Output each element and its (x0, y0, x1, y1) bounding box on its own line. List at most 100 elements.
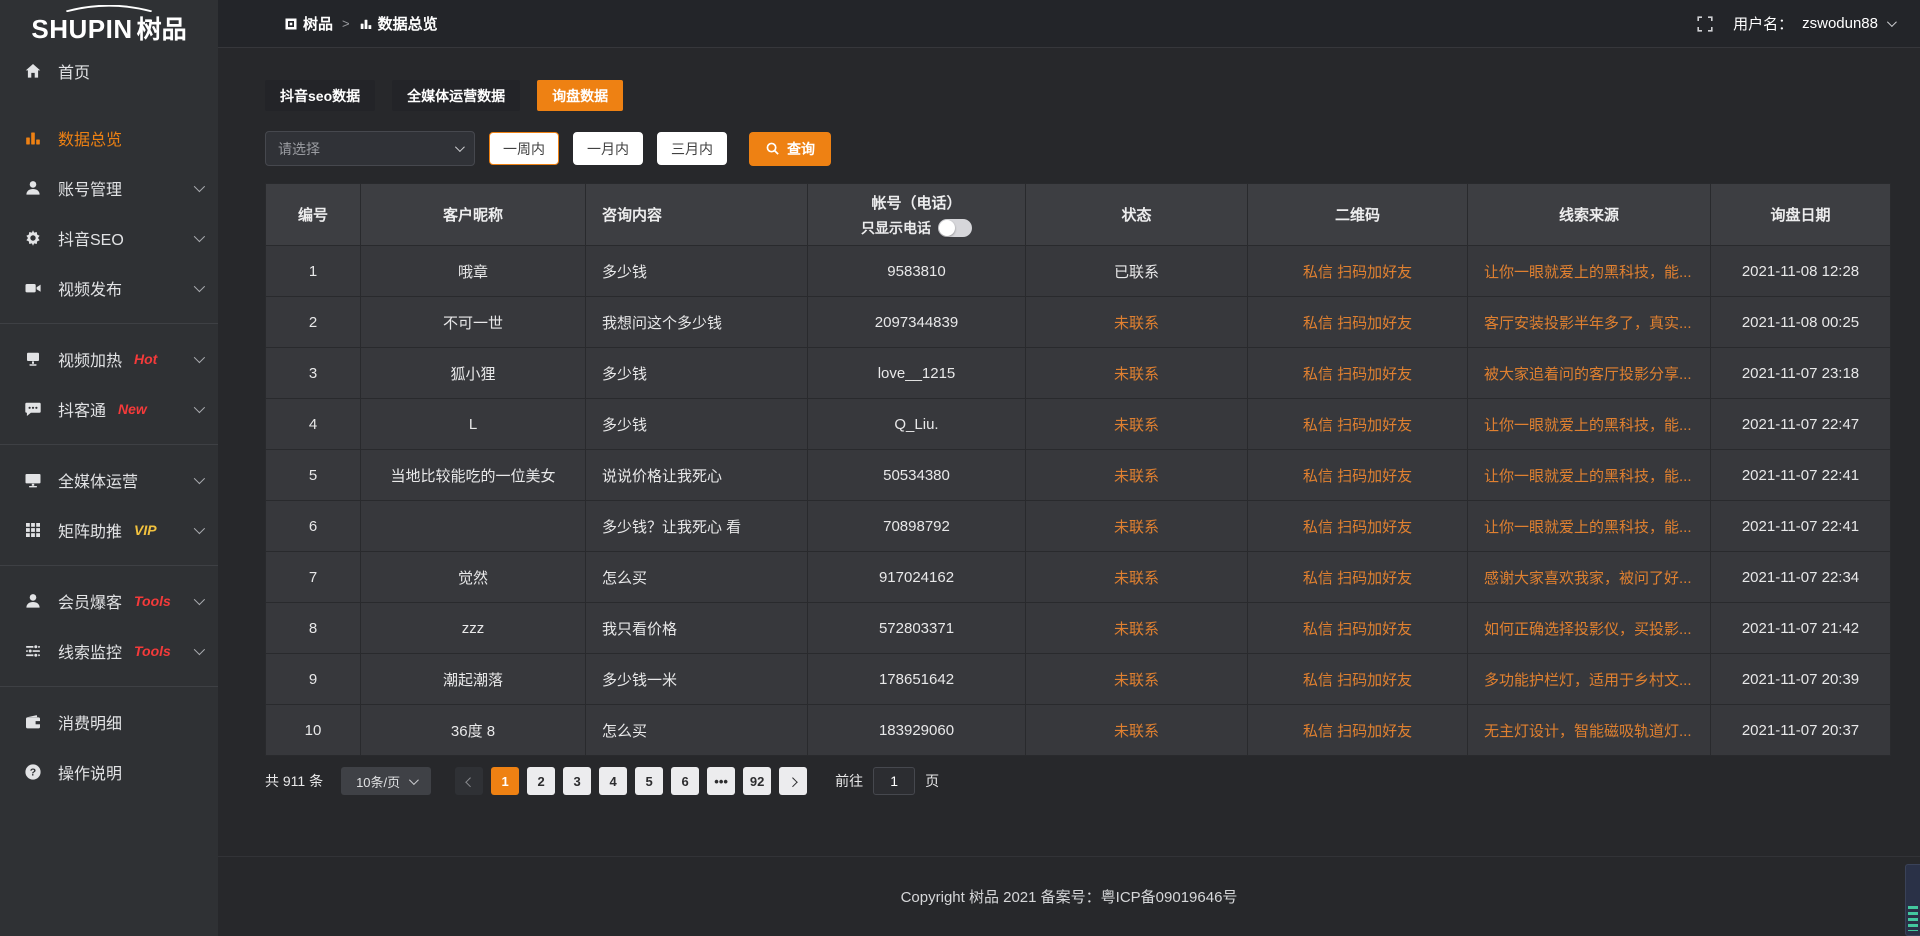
sidebar-item-help[interactable]: ? 操作说明 (0, 747, 218, 797)
sidebar-item-spending-detail[interactable]: 消费明细 (0, 697, 218, 747)
cell-content: 多少钱一米 (586, 654, 808, 705)
sidebar-item-matrix-boost[interactable]: 矩阵助推 VIP (0, 505, 218, 555)
vip-badge: VIP (134, 522, 157, 538)
cell-source-link[interactable]: 感谢大家喜欢我家，被问了好... (1468, 552, 1711, 603)
next-page-button[interactable] (779, 767, 807, 795)
cell-content: 多少钱？让我死心 看 (586, 501, 808, 552)
cell-qrcode-links[interactable]: 私信 扫码加好友 (1248, 450, 1468, 501)
phone-only-toggle[interactable] (938, 219, 972, 237)
sidebar-item-account-mgmt[interactable]: 账号管理 (0, 163, 218, 213)
select-placeholder: 请选择 (278, 139, 320, 159)
cell-source-link[interactable]: 无主灯设计，智能磁吸轨道灯... (1468, 705, 1711, 756)
page-button[interactable]: 5 (635, 767, 663, 795)
prev-page-button[interactable] (455, 767, 483, 795)
sidebar-menu: 首页 数据总览 账号管理 抖音SEO 视频发布 视频加热 Hot (0, 46, 218, 797)
cell-account: Q_Liu. (808, 399, 1026, 450)
page-button[interactable]: 1 (491, 767, 519, 795)
cell-nickname: L (361, 399, 586, 450)
gear-icon (23, 228, 43, 248)
sidebar-item-video-publish[interactable]: 视频发布 (0, 263, 218, 313)
cell-qrcode-links[interactable]: 私信 扫码加好友 (1248, 705, 1468, 756)
cell-qrcode-links[interactable]: 私信 扫码加好友 (1248, 348, 1468, 399)
cell-source-link[interactable]: 让你一眼就爱上的黑科技，能... (1468, 501, 1711, 552)
cell-qrcode-links[interactable]: 私信 扫码加好友 (1248, 654, 1468, 705)
cell-date: 2021-11-07 20:39 (1711, 654, 1891, 705)
date-range-button[interactable]: 一周内 (489, 132, 559, 165)
cell-no: 9 (266, 654, 361, 705)
cell-status: 未联系 (1026, 450, 1248, 501)
footer: Copyright 树品 2021 备案号：粤ICP备09019646号 (218, 856, 1920, 936)
chevron-down-icon (194, 594, 205, 605)
sidebar-item-member-leads[interactable]: 会员爆客 Tools (0, 576, 218, 626)
page-button[interactable]: 3 (563, 767, 591, 795)
cell-source-link[interactable]: 如何正确选择投影仪，买投影... (1468, 603, 1711, 654)
sidebar-item-video-heat[interactable]: 视频加热 Hot (0, 334, 218, 384)
table-row: 2 不可一世 我想问这个多少钱 2097344839 未联系 私信 扫码加好友 … (266, 297, 1891, 348)
cell-qrcode-links[interactable]: 私信 扫码加好友 (1248, 501, 1468, 552)
cell-source-link[interactable]: 多功能护栏灯，适用于乡村文... (1468, 654, 1711, 705)
cell-qrcode-links[interactable]: 私信 扫码加好友 (1248, 399, 1468, 450)
cell-source-link[interactable]: 让你一眼就爱上的黑科技，能... (1468, 450, 1711, 501)
cell-account: love__1215 (808, 348, 1026, 399)
sidebar-item-home[interactable]: 首页 (0, 46, 218, 96)
table-row: 4 L 多少钱 Q_Liu. 未联系 私信 扫码加好友 让你一眼就爱上的黑科技，… (266, 399, 1891, 450)
cell-qrcode-links[interactable]: 私信 扫码加好友 (1248, 246, 1468, 297)
cell-no: 8 (266, 603, 361, 654)
fullscreen-icon[interactable] (1697, 16, 1713, 32)
search-button[interactable]: 查询 (749, 132, 831, 166)
brand-logo: SHUPIN 树品 (0, 0, 218, 46)
col-content: 咨询内容 (586, 184, 808, 246)
cell-nickname: 36度 8 (361, 705, 586, 756)
data-tab[interactable]: 抖音seo数据 (265, 80, 375, 111)
username-label: 用户名： (1733, 13, 1793, 34)
search-icon (765, 141, 780, 156)
inquiry-table: 编号 客户昵称 咨询内容 帐号（电话） 只显示电话 状态 二维码 (265, 183, 1891, 756)
filter-bar: 请选择 一周内一月内三月内 查询 (265, 131, 1890, 166)
goto-page-input[interactable] (873, 767, 915, 795)
username-value: zswodun88 (1802, 15, 1878, 32)
user-menu[interactable]: 用户名： zswodun88 (1733, 13, 1894, 34)
page-size-select[interactable]: 10条/页 (341, 767, 431, 795)
table-row: 8 zzz 我只看价格 572803371 未联系 私信 扫码加好友 如何正确选… (266, 603, 1891, 654)
sidebar-item-douyin-seo[interactable]: 抖音SEO (0, 213, 218, 263)
cell-nickname: 哦章 (361, 246, 586, 297)
page-button[interactable]: ••• (707, 767, 735, 795)
brand-name-cn: 树品 (137, 10, 187, 46)
sidebar-item-omnimedia[interactable]: 全媒体运营 (0, 455, 218, 505)
page-button[interactable]: 92 (743, 767, 771, 795)
cell-source-link[interactable]: 让你一眼就爱上的黑科技，能... (1468, 399, 1711, 450)
sidebar-item-lead-monitor[interactable]: 线索监控 Tools (0, 626, 218, 676)
cell-account: 9583810 (808, 246, 1026, 297)
cell-qrcode-links[interactable]: 私信 扫码加好友 (1248, 603, 1468, 654)
cell-source-link[interactable]: 让你一眼就爱上的黑科技，能... (1468, 246, 1711, 297)
date-range-button[interactable]: 三月内 (657, 132, 727, 165)
page-button[interactable]: 4 (599, 767, 627, 795)
sidebar-item-douketong[interactable]: 抖客通 New (0, 384, 218, 434)
col-account-label: 帐号（电话） (871, 192, 961, 213)
goto-label: 前往 (835, 771, 863, 791)
page-button[interactable]: 2 (527, 767, 555, 795)
cell-qrcode-links[interactable]: 私信 扫码加好友 (1248, 552, 1468, 603)
cell-date: 2021-11-07 23:18 (1711, 348, 1891, 399)
cell-status: 未联系 (1026, 399, 1248, 450)
page-button[interactable]: 6 (671, 767, 699, 795)
breadcrumb-root[interactable]: 树品 (303, 13, 333, 34)
cell-no: 7 (266, 552, 361, 603)
sidebar-item-data-overview[interactable]: 数据总览 (0, 113, 218, 163)
data-tab[interactable]: 询盘数据 (537, 80, 623, 111)
menu-divider (0, 686, 218, 687)
wallet-icon (23, 712, 43, 732)
cell-source-link[interactable]: 被大家追着问的客厅投影分享... (1468, 348, 1711, 399)
new-badge: New (118, 401, 147, 417)
cell-qrcode-links[interactable]: 私信 扫码加好友 (1248, 297, 1468, 348)
cell-source-link[interactable]: 客厅安装投影半年多了，真实... (1468, 297, 1711, 348)
corner-widget[interactable] (1905, 864, 1920, 936)
date-range-button[interactable]: 一月内 (573, 132, 643, 165)
cell-account: 183929060 (808, 705, 1026, 756)
data-tab[interactable]: 全媒体运营数据 (392, 80, 520, 111)
chevron-down-icon (409, 775, 419, 785)
table-header-row: 编号 客户昵称 咨询内容 帐号（电话） 只显示电话 状态 二维码 (266, 184, 1891, 246)
chevron-down-icon (194, 473, 205, 484)
account-select[interactable]: 请选择 (265, 131, 475, 166)
cell-no: 3 (266, 348, 361, 399)
